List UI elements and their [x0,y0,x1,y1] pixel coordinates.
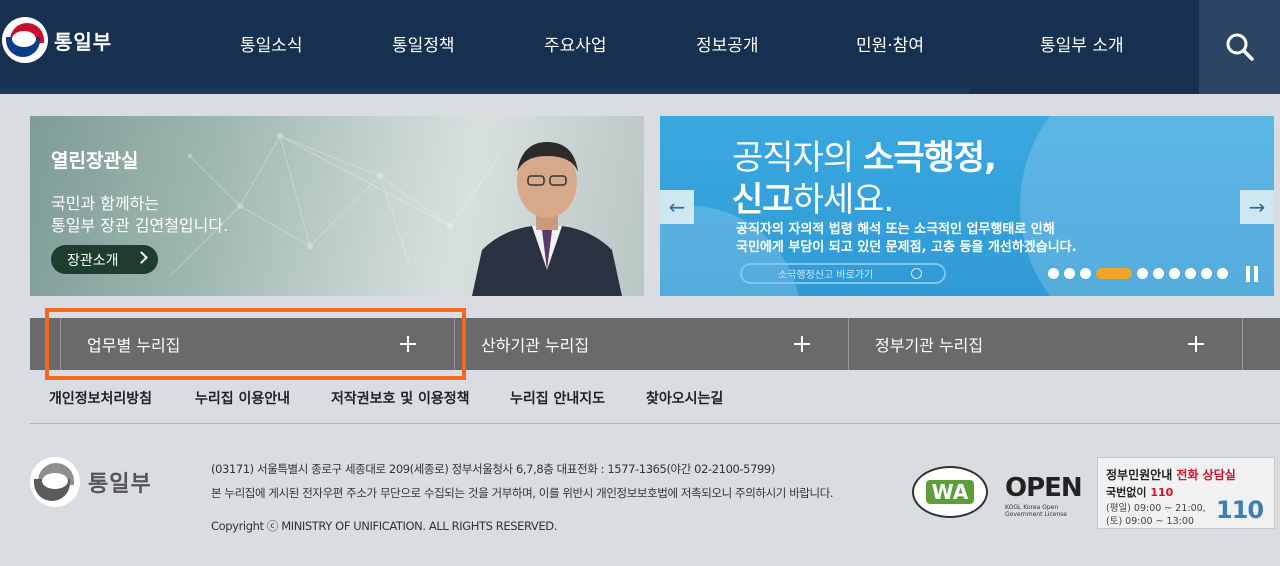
sitemap-link[interactable]: 누리집 안내지도 [510,388,605,408]
divider [454,318,455,370]
slide-headline-2: 신고하세요. [732,180,894,220]
report-passive-admin-link[interactable]: 소극행정신고 바로가기 [740,263,946,284]
nav-item-disclosure[interactable]: 정보공개 [696,31,759,56]
minister-banner-desc-1: 국민과 함께하는 [51,194,160,213]
gov-sites-toggle[interactable]: 정부기관 누리집 [875,318,1215,370]
arrow-left-icon: ← [668,195,686,219]
taegeuk-emblem-icon [30,457,80,507]
call-center-number: 국번없이 110 [1106,486,1174,499]
header-strip [0,88,970,94]
logo-text: 통일부 [54,29,113,54]
chevron-right-icon [135,251,148,264]
divider [1242,318,1243,370]
nav-item-policy[interactable]: 통일정책 [392,31,455,56]
slide-dot-4[interactable] [1096,268,1132,279]
minister-banner-title: 열린장관실 [51,150,139,172]
call-center-logo: 110 [1216,496,1264,524]
plus-icon [794,336,810,352]
nav-item-about[interactable]: 통일부 소개 [1040,31,1124,56]
affiliated-sites-toggle[interactable]: 산하기관 누리집 [481,318,821,370]
minister-intro-button[interactable]: 장관소개 [51,245,158,274]
polygon-pattern [169,133,501,277]
slide-dot-1[interactable] [1048,268,1059,279]
footer-email-notice: 본 누리집에 게시된 전자우편 주소가 무단으로 수집되는 것을 거부하며, 이… [211,486,834,500]
dept-sites-toggle[interactable]: 업무별 누리집 [87,318,427,370]
nav-item-news[interactable]: 통일소식 [240,31,303,56]
slide-desc-2: 국민에게 부담이 되고 있던 문제점, 고충 등을 개선하겠습니다. [736,240,1077,255]
header: 통일부 통일소식 통일정책 주요사업 정보공개 민원·참여 통일부 소개 [0,0,1280,94]
slide-next-button[interactable]: → [1240,190,1274,224]
nav-item-civil[interactable]: 민원·참여 [856,31,924,56]
dept-sites-label: 업무별 누리집 [87,336,181,355]
related-sites-bar: 업무별 누리집 산하기관 누리집 정부기관 누리집 [30,318,1280,370]
call-center-hours-weekday: (평일) 09:00 ~ 21:00, [1106,503,1206,514]
taegeuk-emblem-icon [2,17,48,63]
circle-icon [911,268,922,279]
slide-dot-10[interactable] [1217,268,1228,279]
campaign-slide-banner[interactable]: 공직자의 소극행정, 신고하세요. 공직자의 자의적 법령 해석 또는 소극적인… [660,116,1274,296]
slide-dot-6[interactable] [1153,268,1164,279]
slide-pause-button[interactable] [1245,266,1259,282]
open-mark-subtext: KOGL Korea Open Government License [1005,504,1067,518]
slide-pagination [1048,268,1233,279]
affiliated-sites-label: 산하기관 누리집 [481,336,590,355]
slide-dot-5[interactable] [1137,268,1148,279]
minister-banner-desc-2: 통일부 장관 김연철입니다. [51,216,229,235]
gov-call-center-box[interactable]: 정부민원안내 전화 상담실 국번없이 110 (평일) 09:00 ~ 21:0… [1097,457,1275,529]
logo[interactable]: 통일부 [0,16,112,64]
minister-banner[interactable]: 열린장관실 국민과 함께하는 통일부 장관 김연철입니다. 장관소개 [30,116,644,296]
slide-dot-9[interactable] [1201,268,1212,279]
slide-dot-2[interactable] [1064,268,1075,279]
slide-dot-8[interactable] [1185,268,1196,279]
footer-address: (03171) 서울특별시 종로구 세종대로 209(세종로) 정부서울청사 6… [211,462,775,476]
minister-portrait [472,142,622,296]
footer-divider [30,423,1280,424]
slide-desc-1: 공직자의 자의적 법령 해석 또는 소극적인 업무행태로 인해 [736,222,1055,237]
arrow-right-icon: → [1248,195,1266,219]
plus-icon [400,336,416,352]
gov-sites-label: 정부기관 누리집 [875,336,984,355]
divider [60,318,61,370]
search-button[interactable] [1199,0,1280,94]
footer-copyright: Copyright ⓒ MINISTRY OF UNIFICATION. ALL… [211,519,557,533]
nav-item-projects[interactable]: 주요사업 [544,31,607,56]
call-center-hours-saturday: (토) 09:00 ~ 13:00 [1106,516,1194,527]
privacy-policy-link[interactable]: 개인정보처리방침 [49,388,152,408]
divider [848,318,849,370]
call-center-title: 정부민원안내 전화 상담실 [1106,468,1236,482]
open-mark-text: OPEN [1005,473,1083,503]
minister-intro-label: 장관소개 [67,252,119,269]
kogl-open-mark[interactable]: OPEN KOGL Korea Open Government License [1005,473,1087,518]
footer-logo-text: 통일부 [88,472,152,497]
plus-icon [1188,336,1204,352]
slide-dot-7[interactable] [1169,268,1180,279]
slide-prev-button[interactable]: ← [660,190,694,224]
slide-dot-3[interactable] [1080,268,1091,279]
web-accessibility-mark[interactable]: WA [912,466,988,518]
site-guide-link[interactable]: 누리집 이용안내 [195,388,290,408]
footer-logo: 통일부 [30,457,152,507]
directions-link[interactable]: 찾아오시는길 [646,388,723,408]
wa-mark-text: WA [925,480,975,504]
report-link-label: 소극행정신고 바로가기 [778,270,874,281]
copyright-policy-link[interactable]: 저작권보호 및 이용정책 [331,388,470,408]
search-icon [1226,33,1254,61]
